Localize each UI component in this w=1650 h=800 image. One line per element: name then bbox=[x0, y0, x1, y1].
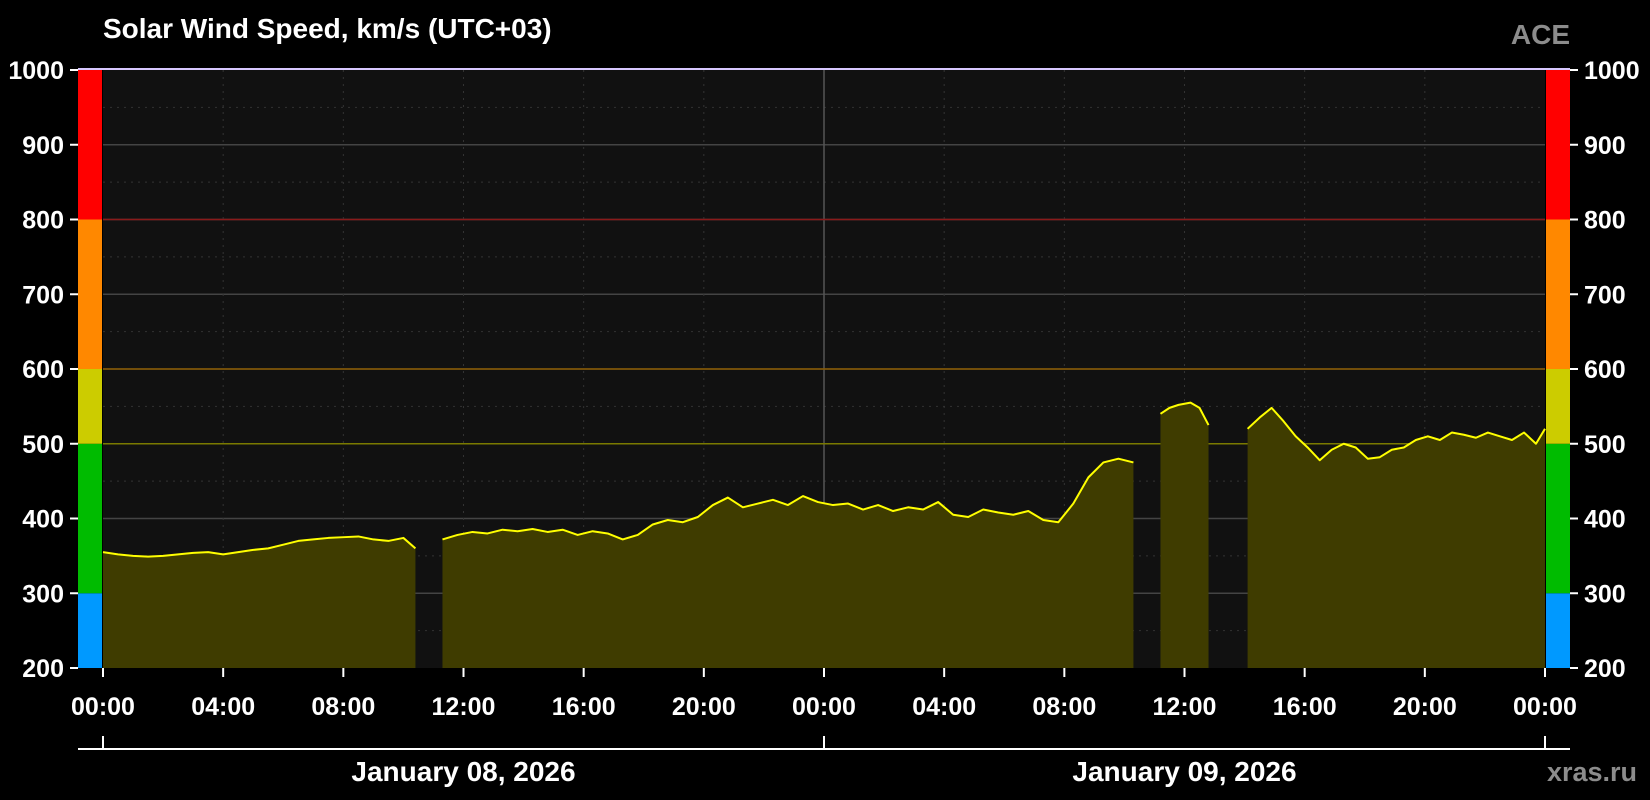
y-tick-label-right: 600 bbox=[1584, 356, 1626, 384]
y-tick-label-left: 800 bbox=[22, 207, 64, 235]
x-tick-label: 08:00 bbox=[1032, 693, 1096, 721]
y-tick-label-right: 1000 bbox=[1584, 57, 1640, 85]
x-tick-label: 20:00 bbox=[672, 693, 736, 721]
scale-band-right bbox=[1546, 219, 1570, 369]
y-tick-label-left: 500 bbox=[22, 431, 64, 459]
y-tick-label-right: 900 bbox=[1584, 132, 1626, 160]
data-area-segment bbox=[1160, 402, 1209, 668]
scale-band-left bbox=[78, 70, 102, 220]
scale-band-right bbox=[1546, 369, 1570, 444]
x-tick-label: 12:00 bbox=[432, 693, 496, 721]
x-tick-label: 00:00 bbox=[792, 693, 856, 721]
right-color-scale bbox=[1546, 70, 1570, 668]
scale-band-right bbox=[1546, 443, 1570, 594]
solar-wind-chart: Solar Wind Speed, km/s (UTC+03) ACE 200 3… bbox=[0, 0, 1650, 800]
y-tick-label-left: 600 bbox=[22, 356, 64, 384]
date-label: January 09, 2026 bbox=[1072, 756, 1296, 787]
date-label: January 08, 2026 bbox=[351, 756, 575, 787]
scale-band-right bbox=[1546, 593, 1570, 668]
y-tick-label-right: 400 bbox=[1584, 506, 1626, 534]
x-tick-label: 00:00 bbox=[1513, 693, 1577, 721]
x-tick-label: 12:00 bbox=[1153, 693, 1217, 721]
x-tick-label: 00:00 bbox=[71, 693, 135, 721]
scale-band-left bbox=[78, 443, 102, 594]
x-tick-label: 08:00 bbox=[311, 693, 375, 721]
y-tick-label-right: 300 bbox=[1584, 580, 1626, 608]
y-tick-label-left: 300 bbox=[22, 580, 64, 608]
x-tick-label: 04:00 bbox=[191, 693, 255, 721]
x-tick-label: 04:00 bbox=[912, 693, 976, 721]
scale-band-left bbox=[78, 219, 102, 369]
y-tick-label-right: 200 bbox=[1584, 655, 1626, 683]
credit-label: xras.ru bbox=[1547, 757, 1637, 787]
y-tick-label-left: 700 bbox=[22, 281, 64, 309]
x-tick-label: 20:00 bbox=[1393, 693, 1457, 721]
y-tick-label-left: 200 bbox=[22, 655, 64, 683]
scale-band-left bbox=[78, 369, 102, 444]
left-color-scale bbox=[78, 70, 102, 668]
scale-band-right bbox=[1546, 70, 1570, 220]
source-label: ACE bbox=[1511, 19, 1570, 50]
x-tick-label: 16:00 bbox=[552, 693, 616, 721]
y-tick-label-left: 400 bbox=[22, 506, 64, 534]
y-tick-label-right: 800 bbox=[1584, 207, 1626, 235]
chart-title: Solar Wind Speed, km/s (UTC+03) bbox=[103, 13, 552, 44]
x-tick-label: 16:00 bbox=[1273, 693, 1337, 721]
y-tick-label-right: 700 bbox=[1584, 281, 1626, 309]
scale-band-left bbox=[78, 593, 102, 668]
y-tick-label-left: 900 bbox=[22, 132, 64, 160]
y-tick-label-left: 1000 bbox=[8, 57, 64, 85]
y-tick-label-right: 500 bbox=[1584, 431, 1626, 459]
